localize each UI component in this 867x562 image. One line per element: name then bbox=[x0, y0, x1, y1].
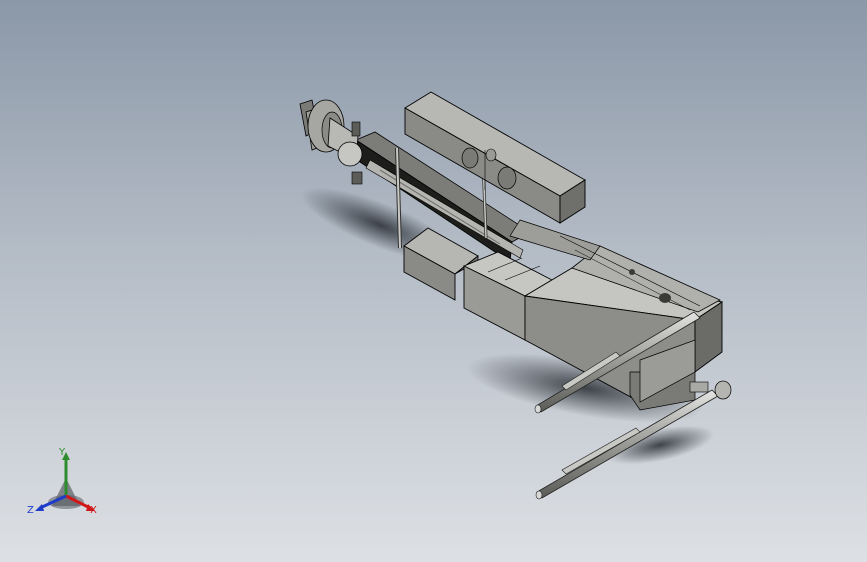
cad-viewport[interactable]: Y Z X bbox=[0, 0, 867, 562]
orientation-triad: Y Z X bbox=[26, 448, 106, 520]
nozzle-assembly[interactable] bbox=[299, 99, 363, 185]
z-axis-label: Z bbox=[27, 505, 34, 516]
assembly-model[interactable] bbox=[0, 0, 867, 562]
x-axis-label: X bbox=[90, 505, 97, 516]
y-axis-label: Y bbox=[59, 447, 66, 458]
